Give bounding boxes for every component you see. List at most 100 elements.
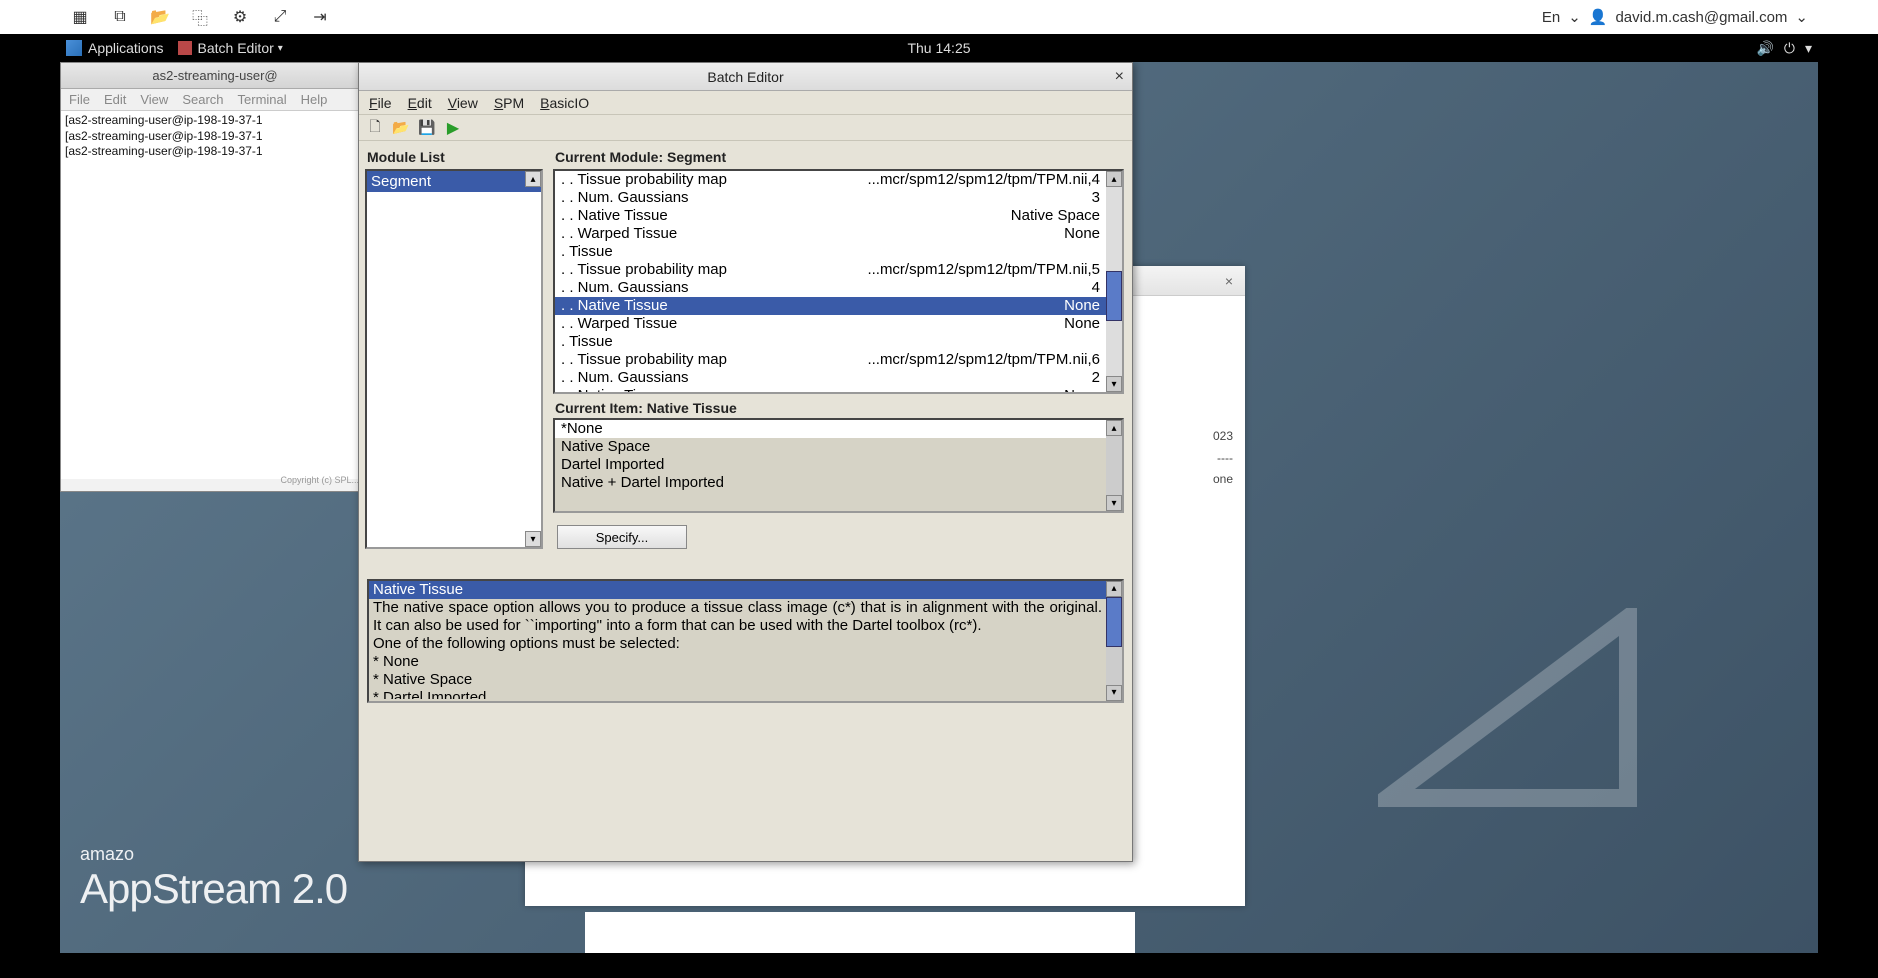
specify-button[interactable]: Specify... bbox=[557, 525, 687, 549]
menu-basicio[interactable]: BasicIO bbox=[540, 95, 589, 111]
param-value: Native Space bbox=[1011, 207, 1100, 225]
module-listbox[interactable]: ▴ Segment ▾ bbox=[365, 169, 543, 549]
param-row[interactable]: . Tissue bbox=[555, 243, 1122, 261]
scroll-up-icon[interactable]: ▴ bbox=[1106, 171, 1122, 187]
module-list-panel: Module List ▴ Segment ▾ bbox=[359, 141, 549, 571]
menu-edit[interactable]: Edit bbox=[408, 95, 432, 111]
close-icon[interactable]: × bbox=[1115, 68, 1124, 86]
scroll-down-icon[interactable]: ▾ bbox=[1106, 376, 1122, 392]
clock: Thu 14:25 bbox=[907, 40, 970, 56]
param-row[interactable]: . . Warped TissueNone bbox=[555, 315, 1122, 333]
param-row[interactable]: . . Num. Gaussians2 bbox=[555, 369, 1122, 387]
param-value: None bbox=[1064, 297, 1100, 315]
background-window-text: 023 ---- one bbox=[1213, 426, 1233, 491]
batch-editor-taskbar-label[interactable]: Batch Editor bbox=[198, 40, 274, 56]
param-row[interactable]: . . Num. Gaussians3 bbox=[555, 189, 1122, 207]
batch-editor-toolbar: 🗋 📂 💾 ▶ bbox=[359, 115, 1132, 141]
desktop-logo-triangle bbox=[1378, 608, 1638, 808]
parameter-listbox[interactable]: ▴ ▾ . . Tissue probability map...mcr/spm… bbox=[553, 169, 1124, 394]
desktop-menubar: Applications Batch Editor ▾ Thu 14:25 🔊 … bbox=[60, 34, 1818, 62]
param-label: . Tissue bbox=[561, 243, 613, 261]
param-row[interactable]: . . Tissue probability map...mcr/spm12/s… bbox=[555, 261, 1122, 279]
terminal-menu-file[interactable]: File bbox=[69, 92, 90, 107]
param-label: . . Num. Gaussians bbox=[561, 369, 689, 387]
help-title: Native Tissue bbox=[369, 581, 1106, 599]
copy-icon[interactable]: ⿻ bbox=[190, 7, 210, 27]
terminal-content[interactable]: [as2-streaming-user@ip-198-19-37-1 [as2-… bbox=[61, 111, 369, 479]
bg-text-line: ---- bbox=[1213, 448, 1233, 470]
param-value: 3 bbox=[1092, 189, 1100, 207]
terminal-menu-search[interactable]: Search bbox=[182, 92, 223, 107]
new-icon[interactable]: 🗋 bbox=[365, 118, 385, 138]
terminal-menu-view[interactable]: View bbox=[140, 92, 168, 107]
chevron-down-icon[interactable]: ▾ bbox=[278, 43, 283, 54]
param-row[interactable]: . . Native Tissue None bbox=[555, 297, 1122, 315]
scrollbar[interactable]: ▴ ▾ bbox=[1106, 171, 1122, 392]
run-icon[interactable]: ▶ bbox=[443, 118, 463, 138]
terminal-menu-help[interactable]: Help bbox=[301, 92, 328, 107]
module-item-segment[interactable]: Segment bbox=[367, 171, 541, 192]
param-row[interactable]: . . Num. Gaussians4 bbox=[555, 279, 1122, 297]
grid-icon[interactable]: ▦ bbox=[70, 7, 90, 27]
chevron-down-icon[interactable]: ⌄ bbox=[1795, 8, 1808, 26]
language-label[interactable]: En bbox=[1542, 9, 1560, 26]
exit-icon[interactable]: ⇥ bbox=[310, 7, 330, 27]
terminal-menu-edit[interactable]: Edit bbox=[104, 92, 126, 107]
power-icon[interactable]: ⏻ bbox=[1784, 40, 1795, 57]
param-label: . Tissue bbox=[561, 333, 613, 351]
expand-icon[interactable]: ⤢ bbox=[270, 7, 290, 27]
background-window-bottom bbox=[585, 912, 1135, 953]
close-icon[interactable]: × bbox=[1219, 271, 1239, 291]
param-value: ...mcr/spm12/spm12/tpm/TPM.nii,4 bbox=[867, 171, 1100, 189]
option-item[interactable]: Dartel Imported bbox=[555, 456, 1122, 474]
volume-icon[interactable]: 🔊 bbox=[1756, 40, 1773, 57]
batch-editor-titlebar[interactable]: Batch Editor × bbox=[359, 63, 1132, 91]
option-item[interactable]: Native Space bbox=[555, 438, 1122, 456]
windows-icon[interactable]: ⧉ bbox=[110, 7, 130, 27]
scroll-down-icon[interactable]: ▾ bbox=[1106, 495, 1122, 511]
chevron-down-icon[interactable]: ▾ bbox=[1805, 40, 1812, 57]
batch-editor-taskbar-icon[interactable] bbox=[178, 41, 192, 55]
scroll-up-icon[interactable]: ▴ bbox=[525, 171, 541, 187]
current-module-panel: Current Module: Segment ▴ ▾ . . Tissue p… bbox=[549, 141, 1132, 571]
param-row[interactable]: . Tissue bbox=[555, 333, 1122, 351]
param-value: ...mcr/spm12/spm12/tpm/TPM.nii,5 bbox=[867, 261, 1100, 279]
scrollbar[interactable]: ▴ ▾ bbox=[1106, 581, 1122, 701]
applications-menu[interactable]: Applications bbox=[88, 40, 164, 56]
param-row[interactable]: . . Warped TissueNone bbox=[555, 225, 1122, 243]
gear-icon[interactable]: ⚙ bbox=[230, 7, 250, 27]
option-item[interactable]: *None bbox=[555, 420, 1122, 438]
param-row[interactable]: . . Tissue probability map...mcr/spm12/s… bbox=[555, 351, 1122, 369]
option-item[interactable]: Native + Dartel Imported bbox=[555, 474, 1122, 492]
param-label: . . Native Tissue bbox=[561, 297, 668, 315]
user-email[interactable]: david.m.cash@gmail.com bbox=[1615, 9, 1787, 26]
user-icon: 👤 bbox=[1589, 8, 1608, 26]
scroll-up-icon[interactable]: ▴ bbox=[1106, 581, 1122, 597]
param-row[interactable]: . . Tissue probability map...mcr/spm12/s… bbox=[555, 171, 1122, 189]
save-icon[interactable]: 💾 bbox=[417, 118, 437, 138]
param-row[interactable]: . . Native TissueNone bbox=[555, 387, 1122, 394]
scroll-down-icon[interactable]: ▾ bbox=[1106, 685, 1122, 701]
batch-editor-menus: File Edit View SPM BasicIO bbox=[359, 91, 1132, 115]
folder-icon[interactable]: 📂 bbox=[150, 7, 170, 27]
bg-text-line: 023 bbox=[1213, 426, 1233, 448]
param-row[interactable]: . . Native TissueNative Space bbox=[555, 207, 1122, 225]
appstream-branding: amazo AppStream 2.0 bbox=[80, 844, 347, 913]
scroll-thumb[interactable] bbox=[1106, 271, 1122, 321]
applications-icon[interactable] bbox=[66, 40, 82, 56]
help-box[interactable]: ▴ ▾ Native Tissue The native space optio… bbox=[367, 579, 1124, 703]
scroll-down-icon[interactable]: ▾ bbox=[525, 531, 541, 547]
chevron-down-icon[interactable]: ⌄ bbox=[1568, 8, 1581, 26]
menu-file[interactable]: File bbox=[369, 95, 392, 111]
menu-spm[interactable]: SPM bbox=[494, 95, 524, 111]
param-label: . . Num. Gaussians bbox=[561, 279, 689, 297]
terminal-titlebar[interactable]: as2-streaming-user@ bbox=[61, 63, 369, 89]
menu-view[interactable]: View bbox=[448, 95, 478, 111]
scroll-thumb[interactable] bbox=[1106, 597, 1122, 647]
open-icon[interactable]: 📂 bbox=[391, 118, 411, 138]
branding-big: AppStream 2.0 bbox=[80, 865, 347, 913]
scrollbar[interactable]: ▴ ▾ bbox=[1106, 420, 1122, 511]
options-listbox[interactable]: ▴ ▾ *NoneNative SpaceDartel ImportedNati… bbox=[553, 418, 1124, 513]
scroll-up-icon[interactable]: ▴ bbox=[1106, 420, 1122, 436]
terminal-menu-terminal[interactable]: Terminal bbox=[238, 92, 287, 107]
